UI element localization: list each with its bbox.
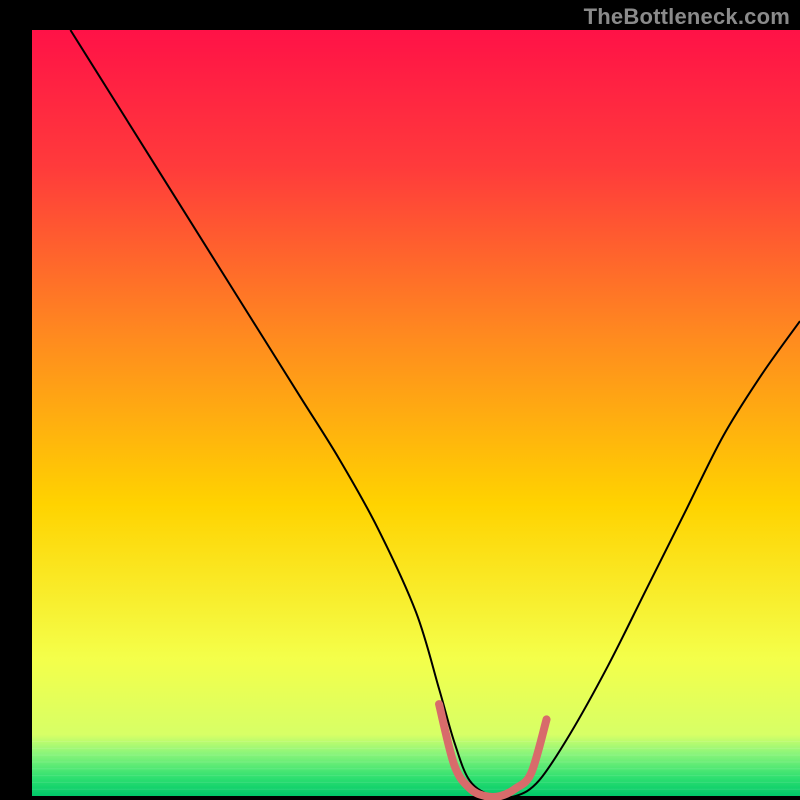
bottom-green-band <box>32 735 800 796</box>
watermark-text: TheBottleneck.com <box>584 4 790 30</box>
gradient-background <box>32 30 800 796</box>
bottleneck-chart <box>0 0 800 800</box>
chart-stage: TheBottleneck.com <box>0 0 800 800</box>
plot-area <box>32 30 800 798</box>
